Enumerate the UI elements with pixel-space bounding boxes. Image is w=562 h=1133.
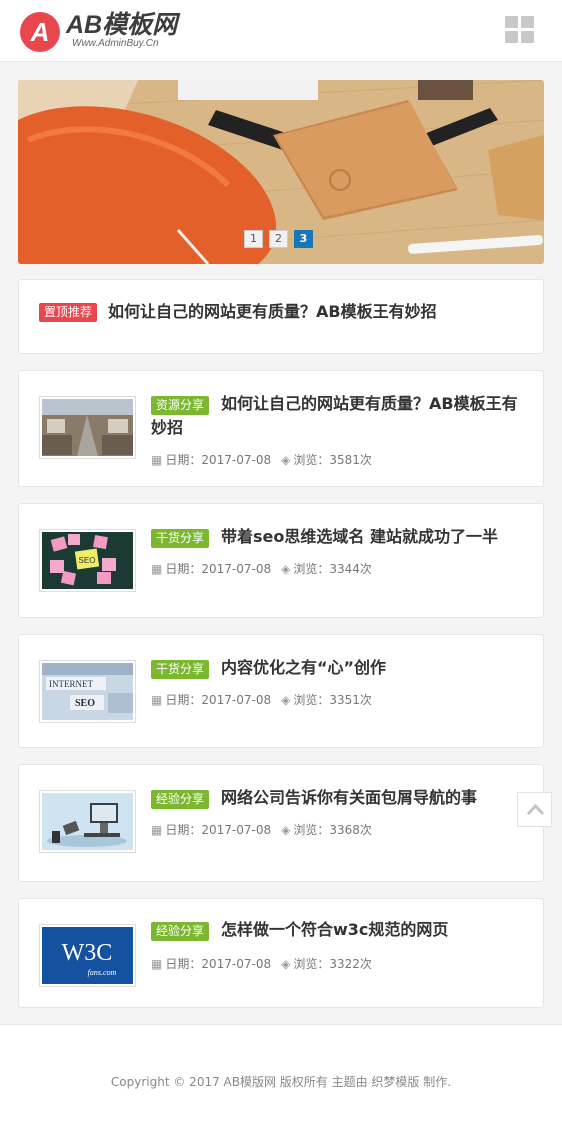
article-meta: ▦ 日期：2017-07-08 ◈ 浏览：3351次 [151,691,372,708]
thumb-word-seo: SEO [75,698,95,709]
article-date: 日期：2017-07-08 [165,693,272,707]
article-title[interactable]: 怎样做一个符合w3c规范的网页 [221,918,448,942]
article-tag[interactable]: 干货分享 [151,529,210,548]
logo-title: AB模板网 [66,11,178,39]
article-title[interactable]: 如何让自己的网站更有质量？AB模板王有 [221,392,518,416]
article-views: 浏览：3351次 [293,693,372,707]
calendar-icon: ▦ [151,562,163,576]
site-header: A AB模板网 Www.AdminBuy.Cn [0,0,562,62]
grid-cell [521,31,534,43]
article-thumbnail[interactable]: INTERNET SEO [39,660,136,723]
banner-page-3[interactable]: 3 [294,230,313,248]
eye-icon: ◈ [281,957,291,971]
article-tag[interactable]: 资源分享 [151,396,210,415]
sticky-note-text: SEO [79,556,96,565]
site-footer: Copyright © 2017 AB模版网 版权所有 主题由 织梦模版 制作. [0,1024,562,1133]
eye-icon: ◈ [281,823,291,837]
article-date: 日期：2017-07-08 [165,823,272,837]
banner-page-2[interactable]: 2 [269,230,288,248]
featured-card[interactable]: 置顶推荐 如何让自己的网站更有质量？AB模板王有妙招 [18,279,544,354]
article-views: 浏览：3344次 [293,562,372,576]
back-to-top-button[interactable] [517,792,552,827]
grid-menu-icon[interactable] [505,16,535,44]
logo-mark-letter: A [30,17,50,47]
grid-cell [521,16,534,28]
featured-title[interactable]: 如何让自己的网站更有质量？AB模板王有妙招 [108,300,437,324]
article-meta: ▦ 日期：2017-07-08 ◈ 浏览：3344次 [151,560,372,577]
article-thumbnail[interactable] [39,396,136,459]
article-card[interactable]: INTERNET SEO 干货分享 内容优化之有“心”创作 ▦ 日期：2017-0… [18,634,544,748]
banner-page-1[interactable]: 1 [244,230,263,248]
site-logo[interactable]: A AB模板网 Www.AdminBuy.Cn [20,10,200,52]
article-thumbnail[interactable]: SEO [39,529,136,592]
article-meta: ▦ 日期：2017-07-08 ◈ 浏览：3368次 [151,821,372,838]
logo-subtitle: Www.AdminBuy.Cn [72,38,159,49]
grid-cell [505,16,518,28]
article-title[interactable]: 内容优化之有“心”创作 [221,656,386,680]
article-card[interactable]: W3C fans.com 经验分享 怎样做一个符合w3c规范的网页 ▦ 日期：20… [18,898,544,1008]
article-tag[interactable]: 经验分享 [151,922,210,941]
featured-tag[interactable]: 置顶推荐 [39,303,98,322]
article-card[interactable]: 资源分享 如何让自己的网站更有质量？AB模板王有 妙招 ▦ 日期：2017-07-… [18,370,544,487]
calendar-icon: ▦ [151,453,163,467]
article-date: 日期：2017-07-08 [165,453,272,467]
logo-mark: A [20,12,60,52]
chevron-up-icon [526,803,545,816]
calendar-icon: ▦ [151,957,163,971]
w3c-logo-image: W3C fans.com [42,927,133,984]
article-views: 浏览：3322次 [293,957,372,971]
seo-sticky-notes-image: SEO [42,532,133,589]
article-title[interactable]: 网络公司告诉你有关面包屑导航的事 [221,786,477,810]
article-meta: ▦ 日期：2017-07-08 ◈ 浏览：3322次 [151,955,372,972]
article-date: 日期：2017-07-08 [165,562,272,576]
thumb-w3c-text: W3C [62,940,113,966]
article-tag[interactable]: 经验分享 [151,790,210,809]
eye-icon: ◈ [281,453,291,467]
article-meta: ▦ 日期：2017-07-08 ◈ 浏览：3581次 [151,451,372,468]
banner-slider[interactable]: 1 2 3 [18,80,544,264]
article-tag[interactable]: 干货分享 [151,660,210,679]
thumb-word-internet: INTERNET [49,679,93,689]
computer-devices-image [42,793,133,850]
calendar-icon: ▦ [151,693,163,707]
article-thumbnail[interactable] [39,790,136,853]
article-title-continued[interactable]: 妙招 [151,416,183,440]
article-date: 日期：2017-07-08 [165,957,272,971]
internet-seo-image: INTERNET SEO [42,663,133,720]
eye-icon: ◈ [281,562,291,576]
article-views: 浏览：3368次 [293,823,372,837]
eye-icon: ◈ [281,693,291,707]
article-thumbnail[interactable]: W3C fans.com [39,924,136,987]
city-street-image [42,399,133,456]
article-views: 浏览：3581次 [293,453,372,467]
article-card[interactable]: SEO 干货分享 带着seo思维选域名 建站就成功了一半 ▦ 日期：2017-07… [18,503,544,618]
thumb-fans-text: fans.com [88,968,117,977]
article-title[interactable]: 带着seo思维选域名 建站就成功了一半 [221,525,498,549]
article-card[interactable]: 经验分享 网络公司告诉你有关面包屑导航的事 ▦ 日期：2017-07-08 ◈ 浏览：… [18,764,544,882]
footer-copyright: Copyright © 2017 AB模版网 版权所有 主题由 织梦模版 制作. [110,1075,452,1089]
calendar-icon: ▦ [151,823,163,837]
grid-cell [505,31,518,43]
